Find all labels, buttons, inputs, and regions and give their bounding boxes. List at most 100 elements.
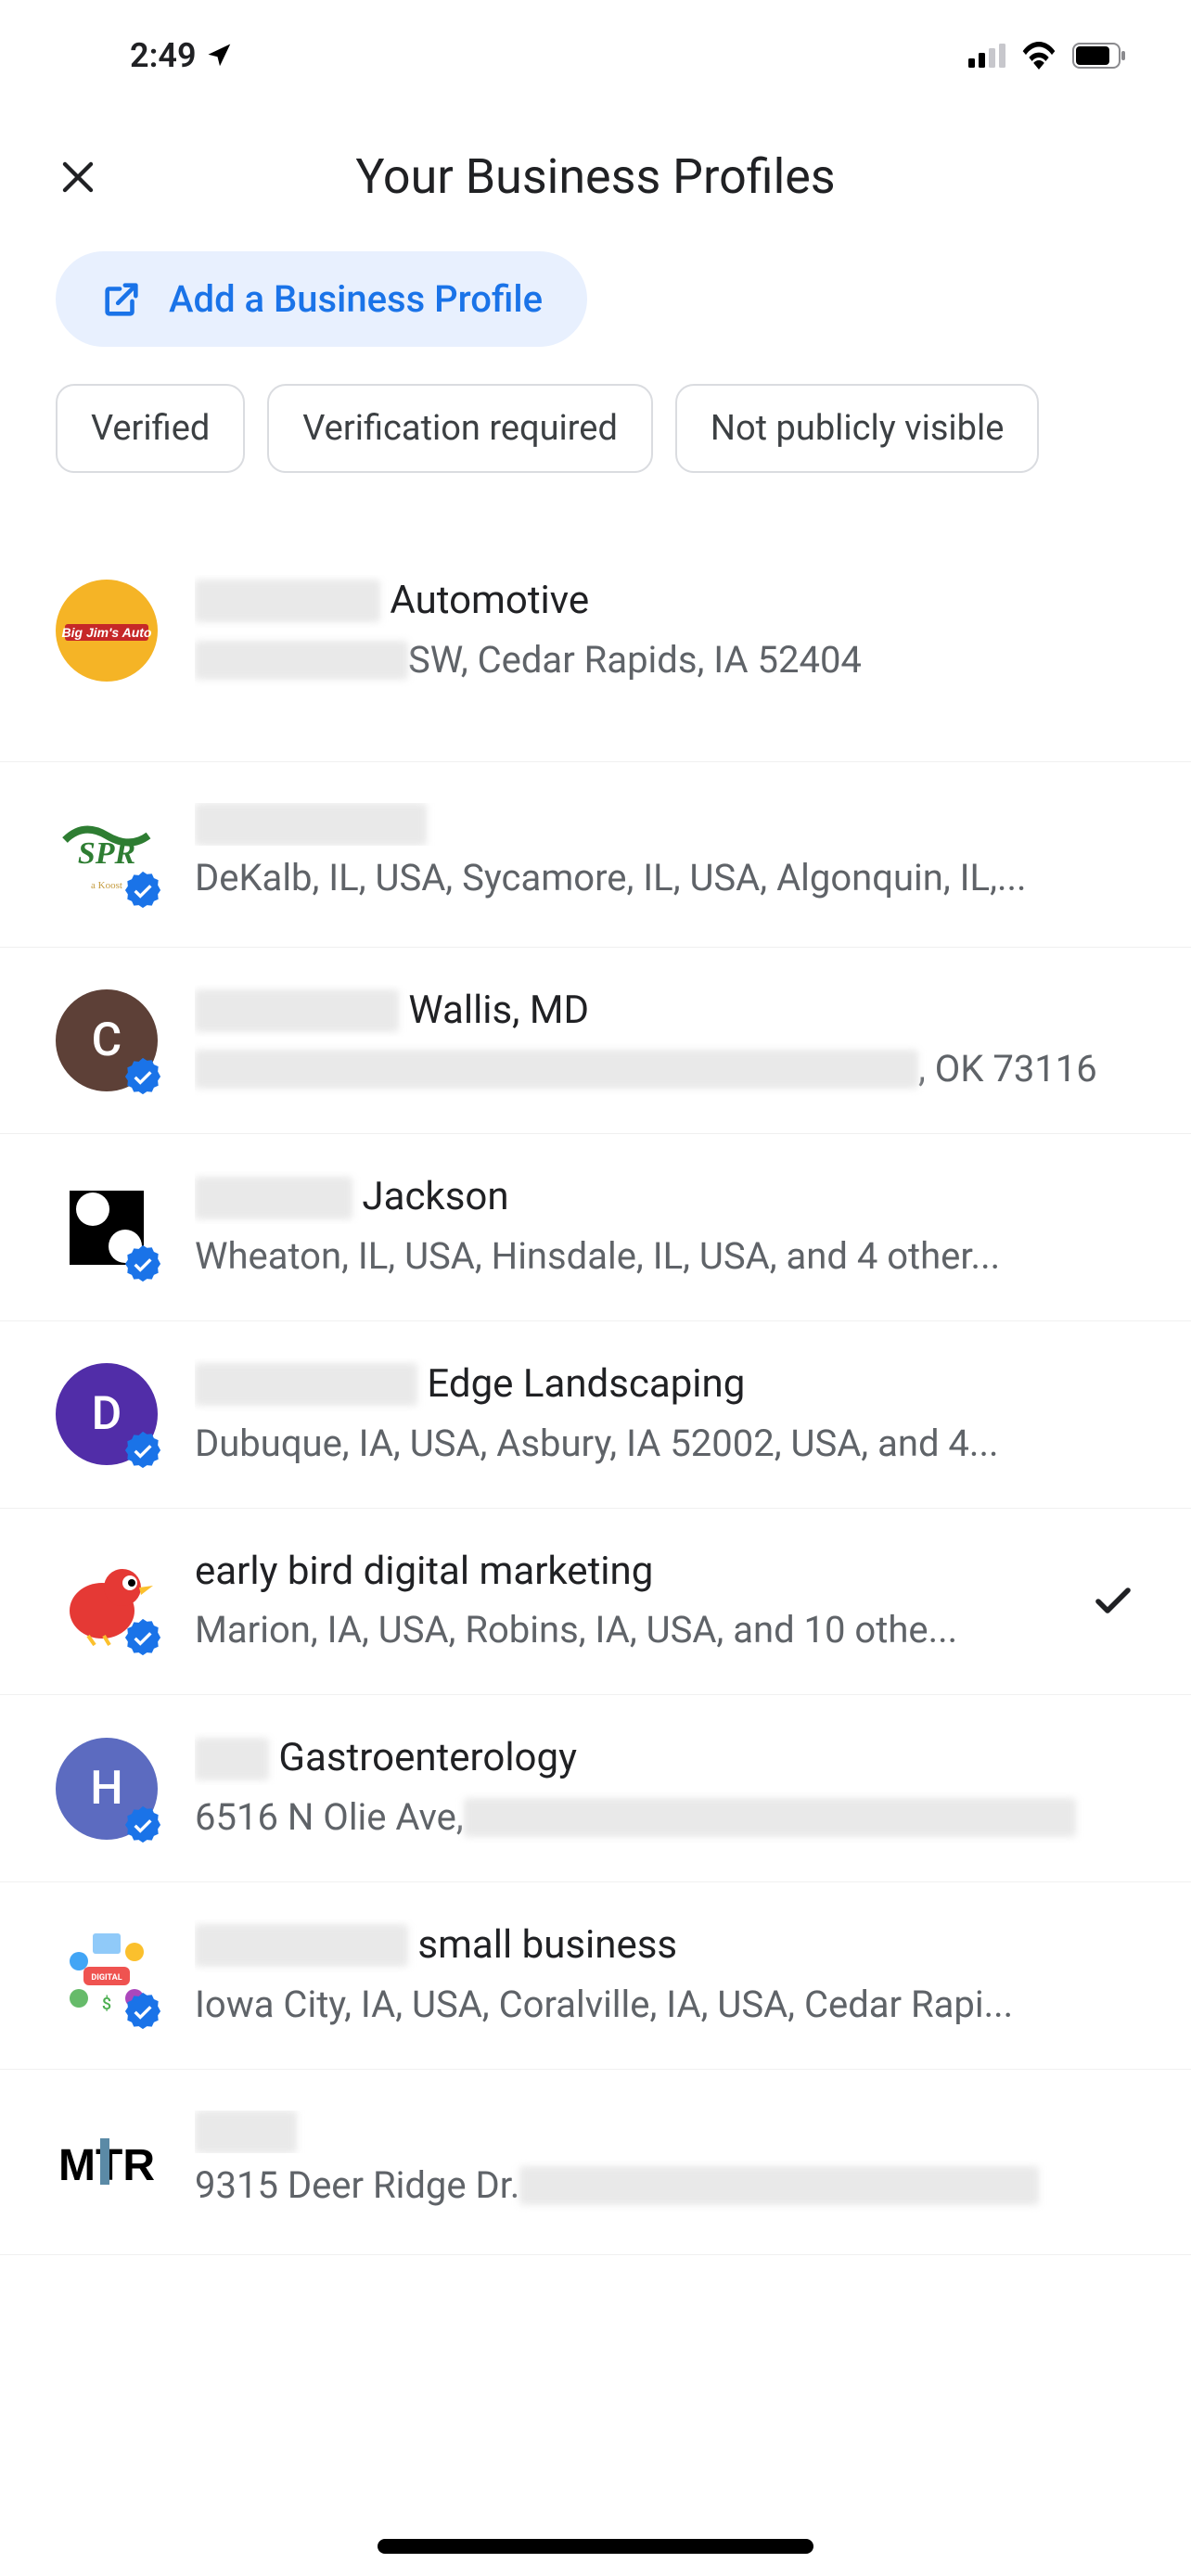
filter-verified[interactable]: Verified [56,384,245,473]
list-item-sub-text: 6516 N Olie Ave, [195,1791,464,1844]
list-item-title: Jackson [195,1171,1135,1224]
svg-text:DIGITAL: DIGITAL [91,1973,122,1983]
svg-text:a Koost: a Koost [91,880,122,891]
list-item-body: DeKalb, IL, USA, Sycamore, IL, USA, Algo… [195,803,1135,905]
list-item-subtitle: , OK 73116 [195,1042,1135,1096]
redacted-text [195,580,380,622]
wifi-icon [1020,42,1057,70]
avatar: DIGITAL $ [56,1924,158,2026]
verified-badge-icon [122,1243,163,1284]
list-item-title-text: Wallis, MD [399,985,589,1038]
list-item[interactable]: Jackson Wheaton, IL, USA, Hinsdale, IL, U… [0,1134,1191,1321]
filter-label: Not publicly visible [711,408,1005,449]
add-business-profile-label: Add a Business Profile [169,277,543,321]
status-time-group: 2:49 [130,36,234,75]
list-item-body: small business Iowa City, IA, USA, Coralv… [195,1919,1135,2032]
add-business-profile-button[interactable]: Add a Business Profile [56,251,587,347]
list-item-title: Gastroenterology [195,1732,1135,1785]
list-item-sub-text: Dubuque, IA, USA, Asbury, IA 52002, USA,… [195,1417,999,1471]
redacted-text [195,989,399,1032]
list-item-body: early bird digital marketingMarion, IA, … [195,1546,1072,1658]
avatar: Big Jim's Auto [56,580,158,682]
list-item-sub-text: Wheaton, IL, USA, Hinsdale, IL, USA, and… [195,1230,1000,1283]
list-item-subtitle: SW, Cedar Rapids, IA 52404 [195,633,1135,687]
filter-label: Verification required [302,408,618,449]
filter-verification-required[interactable]: Verification required [267,384,653,473]
status-time: 2:49 [130,36,197,75]
list-item[interactable]: DIGITAL $ small business Iowa City, IA, US… [0,1882,1191,2070]
list-item-title-text: Jackson [352,1171,509,1224]
list-item[interactable]: MTR 9315 Deer Ridge Dr. [0,2070,1191,2255]
list-item-title [195,803,1135,846]
page-title: Your Business Profiles [56,148,1135,205]
redacted-text [195,1924,408,1967]
list-item-subtitle: 9315 Deer Ridge Dr. [195,2159,1135,2213]
list-item[interactable]: C Wallis, MD , OK 73116 [0,948,1191,1135]
verified-badge-icon [122,1056,163,1097]
list-item-title: early bird digital marketing [195,1546,1072,1599]
redacted-text [195,2111,297,2153]
list-item-subtitle: Wheaton, IL, USA, Hinsdale, IL, USA, and… [195,1230,1135,1283]
list-item[interactable]: Big Jim's Auto AutomotiveSW, Cedar Rapid… [0,519,1191,762]
list-item-subtitle: Dubuque, IA, USA, Asbury, IA 52002, USA,… [195,1417,1135,1471]
svg-text:Big Jim's Auto: Big Jim's Auto [62,625,152,640]
list-item-subtitle: Marion, IA, USA, Robins, IA, USA, and 10… [195,1603,1072,1657]
filter-not-publicly-visible[interactable]: Not publicly visible [675,384,1040,473]
list-item-title: Wallis, MD [195,985,1135,1038]
check-icon [1091,1579,1135,1624]
list-item-title-text: small business [408,1919,677,1972]
status-bar: 2:49 [0,0,1191,111]
list-item-sub-text: Iowa City, IA, USA, Coralville, IA, USA,… [195,1978,1013,2032]
redacted-text [195,803,427,846]
redacted-text [195,1050,918,1089]
verified-badge-icon [122,1617,163,1658]
list-item[interactable]: D Edge Landscaping Dubuque, IA, USA, Asbu… [0,1321,1191,1509]
list-item-title-text: Edge Landscaping [417,1358,745,1411]
verified-badge-icon [122,1430,163,1471]
svg-text:$: $ [102,1995,111,2014]
avatar: SPR a Koost [56,803,158,905]
verified-badge-icon [122,1804,163,1845]
redacted-text [195,1363,417,1406]
redacted-text [195,1177,352,1219]
list-item-sub-text: DeKalb, IL, USA, Sycamore, IL, USA, Algo… [195,851,1027,905]
list-item-sub-text: Marion, IA, USA, Robins, IA, USA, and 10… [195,1603,957,1657]
list-item[interactable]: SPR a Koost DeKalb, IL, USA, Sycamore, IL… [0,762,1191,948]
list-item-sub-text: 9315 Deer Ridge Dr. [195,2159,519,2213]
list-item[interactable]: early bird digital marketingMarion, IA, … [0,1509,1191,1696]
avatar: D [56,1363,158,1465]
list-item-title-text: Gastroenterology [269,1732,577,1785]
filter-row: Verified Verification required Not publi… [0,384,1191,519]
redacted-text [464,1798,1076,1837]
battery-icon [1072,43,1126,69]
svg-text:SPR: SPR [78,836,135,871]
list-item-title: small business [195,1919,1135,1972]
list-item-subtitle: Iowa City, IA, USA, Coralville, IA, USA,… [195,1978,1135,2032]
list-item-body: Gastroenterology 6516 N Olie Ave, [195,1732,1135,1844]
list-item[interactable]: H Gastroenterology 6516 N Olie Ave, [0,1695,1191,1882]
cellular-icon [968,44,1005,68]
list-item-body: 9315 Deer Ridge Dr. [195,2111,1135,2213]
profiles-list: Big Jim's Auto AutomotiveSW, Cedar Rapid… [0,519,1191,2255]
list-item-title-text: early bird digital marketing [195,1546,653,1599]
home-indicator [378,2539,813,2554]
list-item-subtitle: DeKalb, IL, USA, Sycamore, IL, USA, Algo… [195,851,1135,905]
verified-badge-icon [122,870,163,911]
add-chip-row: Add a Business Profile [0,251,1191,384]
avatar [56,1550,158,1652]
list-item-body: AutomotiveSW, Cedar Rapids, IA 52404 [195,575,1135,687]
verified-badge-icon [122,1991,163,2032]
avatar [56,1177,158,1279]
redacted-text [195,1738,269,1780]
list-item-subtitle: 6516 N Olie Ave, [195,1791,1135,1844]
redacted-text [195,641,408,680]
avatar: H [56,1738,158,1840]
list-item-title: Edge Landscaping [195,1358,1135,1411]
avatar: C [56,989,158,1091]
list-item-title: Automotive [195,575,1135,628]
avatar: MTR [56,2111,158,2213]
list-item-sub-text: SW, Cedar Rapids, IA 52404 [408,633,862,687]
list-item-sub-text: , OK 73116 [918,1042,1097,1096]
status-right [968,42,1126,70]
list-item-body: Jackson Wheaton, IL, USA, Hinsdale, IL, U… [195,1171,1135,1283]
